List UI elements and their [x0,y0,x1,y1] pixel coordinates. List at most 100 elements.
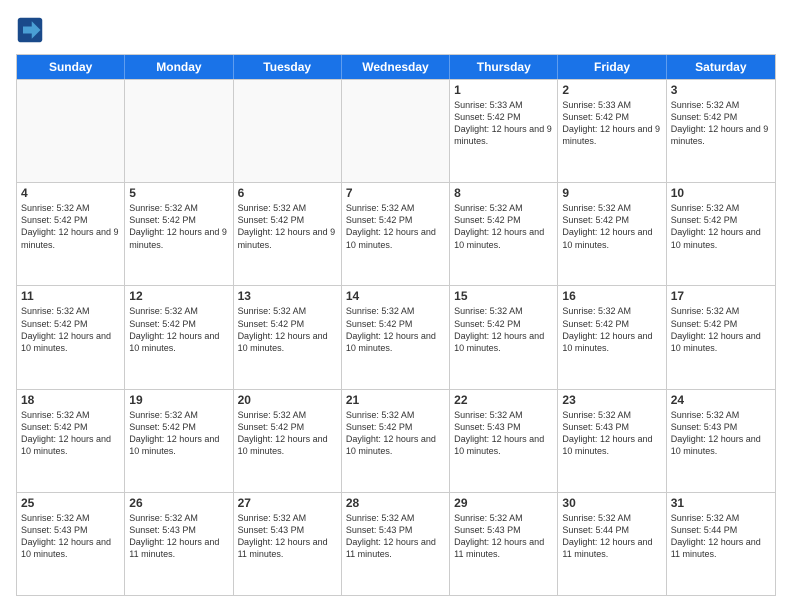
day-number: 22 [454,393,553,407]
day-number: 24 [671,393,771,407]
calendar-cell: 30 Sunrise: 5:32 AMSunset: 5:44 PMDayligh… [558,493,666,595]
calendar-row-2: 11 Sunrise: 5:32 AMSunset: 5:42 PMDayligh… [17,285,775,388]
calendar-row-4: 25 Sunrise: 5:32 AMSunset: 5:43 PMDayligh… [17,492,775,595]
calendar-body: 1 Sunrise: 5:33 AMSunset: 5:42 PMDaylight… [17,79,775,595]
day-number: 19 [129,393,228,407]
day-number: 12 [129,289,228,303]
calendar-cell: 7Sunrise: 5:32 AMSunset: 5:42 PMDaylight… [342,183,450,285]
header-day-thursday: Thursday [450,55,558,79]
calendar-cell: 18 Sunrise: 5:32 AMSunset: 5:42 PMDayligh… [17,390,125,492]
day-info: Sunrise: 5:32 AMSunset: 5:42 PMDaylight:… [21,409,120,458]
day-info: Sunrise: 5:32 AMSunset: 5:43 PMDaylight:… [454,409,553,458]
day-info: Sunrise: 5:32 AMSunset: 5:42 PMDaylight:… [238,409,337,458]
day-info: Sunrise: 5:32 AMSunset: 5:42 PMDaylight:… [346,409,445,458]
calendar-row-1: 4 Sunrise: 5:32 AMSunset: 5:42 PMDaylight… [17,182,775,285]
day-info: Sunrise: 5:33 AMSunset: 5:42 PMDaylight:… [562,99,661,148]
calendar-cell: 21 Sunrise: 5:32 AMSunset: 5:42 PMDayligh… [342,390,450,492]
calendar-cell: 11 Sunrise: 5:32 AMSunset: 5:42 PMDayligh… [17,286,125,388]
header-day-friday: Friday [558,55,666,79]
day-info: Sunrise: 5:32 AMSunset: 5:42 PMDaylight:… [238,305,337,354]
calendar-cell: 19 Sunrise: 5:32 AMSunset: 5:42 PMDayligh… [125,390,233,492]
day-info: Sunrise: 5:32 AMSunset: 5:44 PMDaylight:… [562,512,661,561]
day-number: 20 [238,393,337,407]
calendar-cell: 1Sunrise: 5:33 AMSunset: 5:42 PMDaylight… [450,80,558,182]
day-info: Sunrise: 5:32 AMSunset: 5:43 PMDaylight:… [562,409,661,458]
header-day-tuesday: Tuesday [234,55,342,79]
calendar-cell: 12 Sunrise: 5:32 AMSunset: 5:42 PMDayligh… [125,286,233,388]
calendar-cell: 4Sunrise: 5:32 AMSunset: 5:42 PMDaylight… [17,183,125,285]
day-info: Sunrise: 5:32 AMSunset: 5:42 PMDaylight:… [346,202,445,251]
logo [16,16,48,44]
day-info: Sunrise: 5:32 AMSunset: 5:42 PMDaylight:… [562,202,661,251]
day-info: Sunrise: 5:32 AMSunset: 5:42 PMDaylight:… [562,305,661,354]
day-number: 30 [562,496,661,510]
calendar-cell [125,80,233,182]
day-info: Sunrise: 5:32 AMSunset: 5:44 PMDaylight:… [671,512,771,561]
calendar-row-0: 1 Sunrise: 5:33 AMSunset: 5:42 PMDaylight… [17,79,775,182]
calendar-cell [17,80,125,182]
day-info: Sunrise: 5:32 AMSunset: 5:43 PMDaylight:… [129,512,228,561]
calendar-cell: 25 Sunrise: 5:32 AMSunset: 5:43 PMDayligh… [17,493,125,595]
day-number: 26 [129,496,228,510]
day-number: 23 [562,393,661,407]
calendar-cell: 22 Sunrise: 5:32 AMSunset: 5:43 PMDayligh… [450,390,558,492]
day-number: 27 [238,496,337,510]
calendar-cell: 14 Sunrise: 5:32 AMSunset: 5:42 PMDayligh… [342,286,450,388]
calendar-cell: 3 Sunrise: 5:32 AMSunset: 5:42 PMDaylight… [667,80,775,182]
day-number: 14 [346,289,445,303]
day-info: Sunrise: 5:32 AMSunset: 5:43 PMDaylight:… [21,512,120,561]
page: SundayMondayTuesdayWednesdayThursdayFrid… [0,0,792,612]
calendar-cell: 6 Sunrise: 5:32 AMSunset: 5:42 PMDaylight… [234,183,342,285]
calendar-cell: 27Sunrise: 5:32 AMSunset: 5:43 PMDayligh… [234,493,342,595]
calendar-cell: 24Sunrise: 5:32 AMSunset: 5:43 PMDayligh… [667,390,775,492]
header-day-wednesday: Wednesday [342,55,450,79]
day-number: 10 [671,186,771,200]
day-number: 1 [454,83,553,97]
day-info: Sunrise: 5:32 AMSunset: 5:42 PMDaylight:… [454,202,553,251]
calendar-cell: 16Sunrise: 5:32 AMSunset: 5:42 PMDayligh… [558,286,666,388]
day-number: 4 [21,186,120,200]
day-number: 25 [21,496,120,510]
calendar-cell: 20 Sunrise: 5:32 AMSunset: 5:42 PMDayligh… [234,390,342,492]
day-number: 3 [671,83,771,97]
day-info: Sunrise: 5:32 AMSunset: 5:42 PMDaylight:… [454,305,553,354]
calendar-cell [342,80,450,182]
calendar-cell: 28Sunrise: 5:32 AMSunset: 5:43 PMDayligh… [342,493,450,595]
calendar-cell: 9Sunrise: 5:32 AMSunset: 5:42 PMDaylight… [558,183,666,285]
day-number: 13 [238,289,337,303]
day-info: Sunrise: 5:32 AMSunset: 5:42 PMDaylight:… [129,409,228,458]
calendar-row-3: 18 Sunrise: 5:32 AMSunset: 5:42 PMDayligh… [17,389,775,492]
day-info: Sunrise: 5:32 AMSunset: 5:42 PMDaylight:… [129,305,228,354]
day-info: Sunrise: 5:32 AMSunset: 5:42 PMDaylight:… [21,305,120,354]
logo-icon [16,16,44,44]
calendar-cell [234,80,342,182]
day-info: Sunrise: 5:32 AMSunset: 5:42 PMDaylight:… [346,305,445,354]
day-number: 6 [238,186,337,200]
header-day-saturday: Saturday [667,55,775,79]
day-number: 21 [346,393,445,407]
calendar-cell: 8 Sunrise: 5:32 AMSunset: 5:42 PMDaylight… [450,183,558,285]
header [16,16,776,44]
day-number: 15 [454,289,553,303]
calendar-cell: 2 Sunrise: 5:33 AMSunset: 5:42 PMDaylight… [558,80,666,182]
day-number: 8 [454,186,553,200]
calendar-cell: 26 Sunrise: 5:32 AMSunset: 5:43 PMDayligh… [125,493,233,595]
calendar-cell: 29 Sunrise: 5:32 AMSunset: 5:43 PMDayligh… [450,493,558,595]
day-number: 31 [671,496,771,510]
calendar-cell: 5Sunrise: 5:32 AMSunset: 5:42 PMDaylight… [125,183,233,285]
day-info: Sunrise: 5:32 AMSunset: 5:42 PMDaylight:… [671,99,771,148]
day-info: Sunrise: 5:32 AMSunset: 5:42 PMDaylight:… [671,202,771,251]
day-number: 5 [129,186,228,200]
day-number: 18 [21,393,120,407]
day-info: Sunrise: 5:32 AMSunset: 5:42 PMDaylight:… [671,305,771,354]
calendar-cell: 23 Sunrise: 5:32 AMSunset: 5:43 PMDayligh… [558,390,666,492]
day-number: 11 [21,289,120,303]
day-info: Sunrise: 5:32 AMSunset: 5:42 PMDaylight:… [238,202,337,251]
header-day-monday: Monday [125,55,233,79]
day-number: 2 [562,83,661,97]
calendar-header: SundayMondayTuesdayWednesdayThursdayFrid… [17,55,775,79]
calendar-cell: 31 Sunrise: 5:32 AMSunset: 5:44 PMDayligh… [667,493,775,595]
day-info: Sunrise: 5:32 AMSunset: 5:43 PMDaylight:… [454,512,553,561]
header-day-sunday: Sunday [17,55,125,79]
day-number: 29 [454,496,553,510]
